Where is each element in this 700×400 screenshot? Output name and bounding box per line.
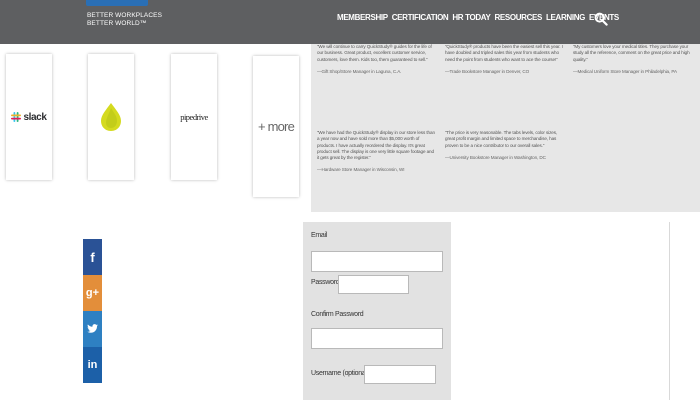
slack-hash-icon	[11, 112, 22, 122]
testimonial: “QuickStudy® products have been the easi…	[445, 44, 563, 75]
social-share-bar: f g+ in	[83, 239, 102, 383]
linkedin-share-button[interactable]: in	[83, 347, 102, 383]
testimonial: “My customers love your medical titles. …	[573, 44, 693, 75]
twitter-share-button[interactable]	[83, 311, 102, 347]
slack-logo: slack	[11, 111, 47, 123]
nav-certification[interactable]: CERTIFICATION	[392, 13, 449, 22]
testimonial-quote: “My customers love your medical titles. …	[573, 44, 690, 62]
logo-tagline-line2: BETTER WORLD™	[87, 20, 147, 27]
confirm-password-label: Confirm Password	[311, 311, 364, 318]
testimonial-quote: “QuickStudy® products have been the easi…	[445, 44, 563, 62]
twitter-icon	[87, 324, 98, 333]
logo-tagline: BETTER WORKPLACES BETTER WORLD™	[87, 12, 162, 28]
username-label: Username (optional)	[311, 370, 369, 377]
testimonial-quote: “We have had the QuickStudy® display in …	[317, 130, 435, 161]
nav-membership[interactable]: MEMBERSHIP	[337, 13, 388, 22]
testimonial-attribution: —University Bookstore Manager in Washing…	[445, 154, 546, 160]
search-icon[interactable]	[594, 12, 608, 26]
testimonial: “We will continue to carry QuickStudy® g…	[317, 44, 435, 75]
yellow-drop-logo-icon	[101, 103, 121, 131]
shrm-logo[interactable]: BETTER WORKPLACES BETTER WORLD™	[86, 0, 162, 32]
page: BETTER WORKPLACES BETTER WORLD™ MEMBERSH…	[0, 0, 700, 400]
email-label: Email	[311, 232, 328, 239]
google-plus-share-button[interactable]: g+	[83, 275, 102, 311]
google-plus-icon: g+	[85, 287, 100, 299]
pipedrive-wordmark: pipedrive	[180, 112, 208, 122]
username-field[interactable]	[364, 365, 436, 384]
logo-tagline-line1: BETTER WORKPLACES	[87, 12, 163, 19]
testimonials-panel: “We will continue to carry QuickStudy® g…	[311, 44, 700, 212]
confirm-password-field[interactable]	[311, 328, 443, 349]
signup-form: Email Password Confirm Password Username…	[303, 222, 451, 400]
nav-resources[interactable]: RESOURCES	[494, 13, 542, 22]
password-field[interactable]	[338, 275, 409, 294]
slack-wordmark: slack	[23, 111, 47, 123]
divider	[669, 222, 670, 400]
nav-learning[interactable]: LEARNING	[546, 13, 585, 22]
linkedin-icon: in	[87, 359, 98, 371]
more-integrations-card[interactable]: + more	[253, 56, 299, 197]
main-nav: MEMBERSHIP CERTIFICATION HR TODAY RESOUR…	[337, 13, 619, 22]
nav-hr-today[interactable]: HR TODAY	[452, 13, 490, 22]
testimonial: “We have had the QuickStudy® display in …	[317, 130, 435, 174]
testimonial-quote: “We will continue to carry QuickStudy® g…	[317, 44, 432, 62]
integration-card-yellow[interactable]	[88, 54, 134, 180]
testimonial: “The price is very reasonable. The tabs …	[445, 130, 563, 161]
email-field[interactable]	[311, 251, 443, 272]
site-header: BETTER WORKPLACES BETTER WORLD™ MEMBERSH…	[0, 0, 700, 44]
shrm-logo-mark	[86, 0, 148, 6]
facebook-icon: f	[90, 249, 95, 265]
pipedrive-card[interactable]: pipedrive	[171, 54, 217, 180]
testimonial-attribution: —Gift Shop/Store Manager in Laguna, C.A.	[317, 68, 402, 74]
password-label: Password	[311, 279, 340, 286]
testimonial-attribution: —Hardware Store Manager in Wisconsin, WI	[317, 167, 405, 173]
facebook-share-button[interactable]: f	[83, 239, 102, 275]
testimonial-attribution: —Trade Bookstore Manager in Denver, CO	[445, 68, 530, 74]
testimonial-quote: “The price is very reasonable. The tabs …	[445, 130, 558, 148]
slack-card[interactable]: slack	[6, 54, 52, 180]
more-label: + more	[257, 119, 295, 134]
testimonial-attribution: —Medical Uniform Store Manager in Philad…	[573, 68, 677, 74]
